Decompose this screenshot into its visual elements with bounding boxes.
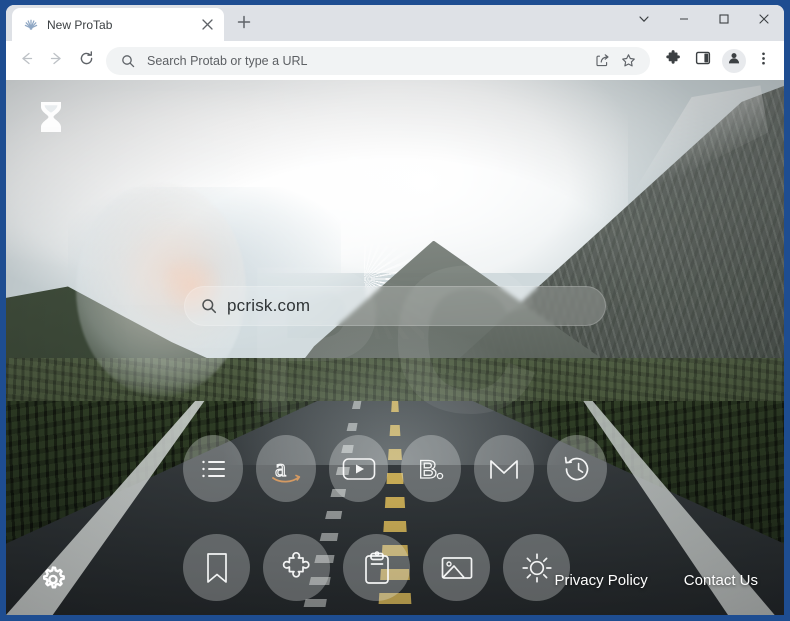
sun-icon: [520, 551, 554, 585]
sunburst-favicon: [23, 17, 39, 33]
svg-text:a: a: [275, 455, 286, 482]
shortcut-youtube[interactable]: [328, 435, 389, 502]
history-icon: [560, 452, 594, 486]
new-tab-page: PC pcrisk.com a B Privacy Policy Contact…: [6, 80, 784, 615]
close-icon: [758, 12, 770, 30]
chevron-down-icon: [638, 12, 650, 30]
star-icon[interactable]: [618, 51, 638, 71]
bookmark-icon: [204, 551, 230, 585]
forward-button[interactable]: [42, 47, 70, 75]
reload-icon: [78, 50, 95, 72]
arrow-left-icon: [18, 50, 35, 72]
puzzle-icon: [665, 49, 682, 72]
shortcut-booking[interactable]: B: [401, 435, 462, 502]
footer-links: Privacy Policy Contact Us: [554, 572, 758, 589]
new-tab-overlay: pcrisk.com a B Privacy Policy Contact Us: [6, 80, 784, 615]
close-icon[interactable]: [198, 16, 216, 34]
youtube-icon: [341, 455, 377, 483]
gear-icon: [43, 566, 65, 589]
shortcut-row-1: a B: [183, 435, 607, 502]
tab-search-button[interactable]: [624, 5, 664, 37]
gmail-m-icon: [487, 454, 521, 484]
shortcut-extensions[interactable]: [263, 534, 330, 601]
shortcut-bookmarks[interactable]: [183, 534, 250, 601]
shortcut-top-sites[interactable]: [183, 435, 243, 502]
shortcut-gmail[interactable]: [474, 435, 535, 502]
privacy-policy-link[interactable]: Privacy Policy: [554, 572, 647, 589]
avatar-person-icon: [727, 51, 741, 70]
search-icon: [201, 298, 217, 314]
address-bar-actions: [592, 51, 638, 71]
browser-toolbar: Search Protab or type a URL: [6, 41, 784, 80]
reload-button[interactable]: [72, 47, 100, 75]
search-icon: [118, 51, 138, 71]
page-search-bar[interactable]: pcrisk.com: [184, 286, 606, 326]
browser-tab[interactable]: New ProTab: [12, 8, 224, 41]
browser-menu-button[interactable]: [750, 48, 776, 74]
minimize-icon: [678, 12, 690, 30]
amazon-icon: a: [268, 452, 304, 486]
shortcut-weather[interactable]: [503, 534, 570, 601]
share-icon[interactable]: [592, 51, 612, 71]
list-icon: [196, 452, 230, 486]
window-controls: [624, 5, 784, 37]
profile-button[interactable]: [722, 48, 746, 73]
shortcut-amazon[interactable]: a: [255, 435, 316, 502]
address-bar-text: Search Protab or type a URL: [147, 53, 308, 68]
clipboard-icon: [363, 550, 391, 585]
contact-us-link[interactable]: Contact Us: [684, 572, 758, 589]
side-panel-button[interactable]: [690, 48, 716, 74]
image-icon: [440, 555, 474, 581]
minimize-button[interactable]: [664, 5, 704, 37]
address-bar[interactable]: Search Protab or type a URL: [106, 46, 650, 75]
hourglass-icon: [36, 100, 66, 134]
plus-icon: [237, 15, 251, 34]
arrow-right-icon: [48, 50, 65, 72]
shortcut-grid: a B: [183, 435, 607, 601]
close-window-button[interactable]: [744, 5, 784, 37]
puzzle-icon: [280, 551, 314, 585]
shortcut-history[interactable]: [547, 435, 607, 502]
side-panel-icon: [695, 50, 711, 71]
maximize-icon: [718, 12, 730, 30]
tab-strip: New ProTab: [6, 5, 784, 41]
search-input[interactable]: pcrisk.com: [227, 296, 310, 316]
svg-text:B: B: [419, 456, 437, 484]
back-button[interactable]: [12, 47, 40, 75]
tab-title: New ProTab: [47, 17, 113, 32]
browser-chrome: New ProTab Search Protab or type a URL P…: [6, 5, 784, 615]
three-dot-menu-icon: [756, 51, 771, 71]
extensions-button[interactable]: [660, 48, 686, 74]
shortcut-notes[interactable]: [343, 534, 410, 601]
settings-button[interactable]: [38, 563, 68, 593]
maximize-button[interactable]: [704, 5, 744, 37]
booking-icon: B: [414, 452, 448, 486]
shortcut-row-2: [183, 534, 607, 601]
new-tab-button[interactable]: [230, 10, 258, 38]
shortcut-wallpaper[interactable]: [423, 534, 490, 601]
browser-window: New ProTab Search Protab or type a URL P…: [0, 0, 790, 621]
